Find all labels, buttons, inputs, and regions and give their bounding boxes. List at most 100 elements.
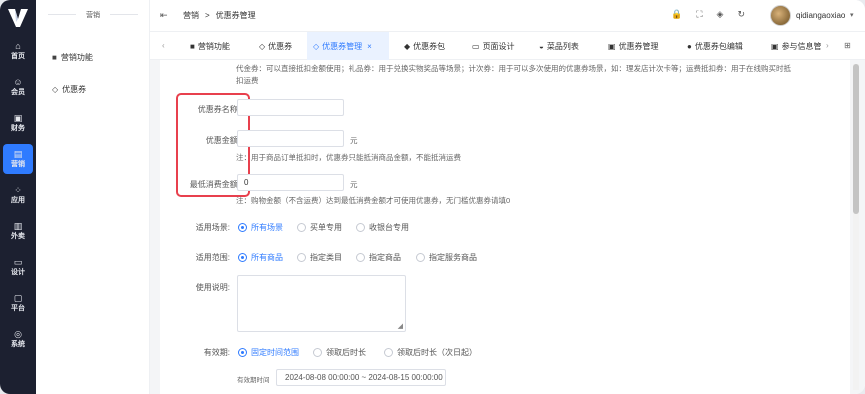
tab-coupon-packs[interactable]: ◆ 优惠券包 [398,32,451,60]
rail-item-takeout[interactable]: ▥ 外卖 [0,216,36,246]
sidebar-title: 营销 [36,10,150,20]
radio-dot [297,253,306,262]
period-label: 有效期时间 [237,377,270,384]
tab-bar: ‹ ■ 营销功能 ◇ 优惠券 ◇ 优惠券管理 × ◆ 优惠券包 ▭ 页面设计 ◒… [150,32,865,60]
rail-label: 首页 [11,53,25,60]
radio-label: 所有场景 [251,223,283,232]
range-option-all[interactable]: 所有商品 [238,252,283,263]
radio-label: 指定商品 [369,253,401,262]
pack-icon: ◆ [404,41,411,51]
tab-label: 优惠券 [268,41,293,51]
apps-icon: ⁘ [14,185,22,195]
tab-coupons[interactable]: ◇ 优惠券 [253,32,298,60]
coupon-icon: ◇ [313,41,320,51]
rail-label: 应用 [11,197,25,204]
tab-scroll-right-icon[interactable]: › [826,41,829,50]
radio-dot [297,223,306,232]
tab-scroll-left-icon[interactable]: ‹ [162,41,165,50]
rail-item-system[interactable]: ◎ 系统 [0,324,36,354]
folder-icon: ▣ [771,41,779,51]
radio-label: 指定类目 [310,253,342,262]
breadcrumb: 营销 > 优惠券管理 [180,10,259,21]
rail-item-finance[interactable]: ▣ 财务 [0,108,36,138]
marketing-icon: ▤ [13,149,23,159]
coupon-type-note: 代金券：可以直接抵扣金额使用；礼品券：用于兑换实物奖品等场景；计次券：用于可以多… [236,64,791,85]
secondary-sidebar: 营销 ■ 营销功能 ◇ 优惠券 [36,0,150,394]
theme-icon[interactable]: ◈ [717,9,724,20]
rail-label: 会员 [11,89,25,96]
sidebar-item-marketing-functions[interactable]: ■ 营销功能 [52,52,93,63]
coupon-icon: ◇ [52,85,59,94]
radio-dot [313,348,322,357]
rail-label: 营销 [11,161,25,168]
scene-option-cashier[interactable]: 收银台专用 [356,222,409,233]
rail-label: 系统 [11,341,25,348]
lock-icon[interactable]: 🔒 [671,9,682,20]
chevron-down-icon[interactable]: ▾ [850,11,854,19]
scene-option-all[interactable]: 所有场景 [238,222,283,233]
discount-amount-input[interactable] [237,130,344,147]
rail-item-apps[interactable]: ⁘ 应用 [0,180,36,210]
radio-label: 指定服务商品 [429,253,477,262]
rail-label: 外卖 [11,233,25,240]
radio-dot [416,253,425,262]
folder-icon: ▣ [608,41,616,51]
rail-label: 平台 [11,305,25,312]
takeout-icon: ▥ [13,221,23,231]
coupon-name-input[interactable] [237,99,344,116]
amount-unit: 元 [350,136,358,145]
rail-item-design[interactable]: ▭ 设计 [0,252,36,282]
usage-textarea[interactable]: ◢ [237,275,406,332]
range-option-category[interactable]: 指定类目 [297,252,342,263]
scene-option-checkout[interactable]: 买单专用 [297,222,342,233]
validity-option-fixed[interactable]: 固定时间范围 [238,347,299,358]
radio-dot [238,348,247,357]
breadcrumb-current: 优惠券管理 [215,11,256,20]
rail-item-home[interactable]: ⌂ 首页 [0,36,36,66]
avatar[interactable] [770,5,791,26]
platform-icon: ▢ [13,293,23,303]
rail-item-members[interactable]: ☺ 会员 [0,72,36,102]
tab-coupon-pack-edit[interactable]: ● 优惠券包编辑 [681,32,749,60]
min-spend-label: 最低消费金额: [189,180,240,189]
tab-coupon-management-2[interactable]: ▣ 优惠券管理 [602,32,665,60]
refresh-icon[interactable]: ↻ [737,9,745,20]
breadcrumb-item[interactable]: 营销 [183,10,199,21]
fullscreen-icon[interactable]: ⛶ [696,9,702,20]
username[interactable]: qidiangaoxiao [796,11,845,20]
tab-label: 优惠券管理 [322,41,363,51]
usage-label: 使用说明: [195,283,230,292]
tab-page-design[interactable]: ▭ 页面设计 [466,32,521,60]
sidebar-item-coupons[interactable]: ◇ 优惠券 [52,84,86,95]
tab-marketing-functions[interactable]: ■ 营销功能 [184,32,236,60]
scrollbar-thumb[interactable] [853,64,859,214]
radio-label: 收银台专用 [369,223,409,232]
rail-item-platform[interactable]: ▢ 平台 [0,288,36,318]
radio-label: 买单专用 [310,223,342,232]
min-spend-unit: 元 [350,180,358,189]
tab-menu-icon[interactable]: ⊞ [844,41,851,50]
rail-item-marketing[interactable]: ▤ 营销 [3,144,33,174]
grid-icon: ■ [190,41,195,51]
home-icon: ⌂ [15,41,21,51]
validity-option-after-receive[interactable]: 领取后时长 [313,347,366,358]
name-label: 优惠券名称: [197,105,240,114]
min-spend-input[interactable]: 0 [237,174,344,191]
tab-dish-list[interactable]: ◒ 菜品列表 [533,32,585,60]
member-icon: ☺ [13,77,23,87]
resize-handle-icon[interactable]: ◢ [398,322,403,330]
range-option-service[interactable]: 指定服务商品 [416,252,477,263]
range-option-goods[interactable]: 指定商品 [356,252,401,263]
close-icon[interactable]: × [367,42,372,51]
radio-label: 所有商品 [251,253,283,262]
tab-label: 页面设计 [482,41,515,51]
coupon-icon: ◇ [259,41,266,51]
tab-coupon-management[interactable]: ◇ 优惠券管理 × [307,32,389,60]
collapse-menu-icon[interactable]: ⇤ [160,10,168,21]
validity-option-next-day[interactable]: 领取后时长（次日起） [384,347,477,358]
date-range-picker[interactable]: 2024-08-08 00:00:00 ~ 2024-08-15 00:00:0… [276,369,446,386]
content-scrollbar[interactable] [853,64,859,390]
coupon-form: 代金券：可以直接抵扣金额使用；礼品券：用于兑换实物奖品等场景；计次券：用于可以多… [160,60,850,394]
top-header: ⇤ 营销 > 优惠券管理 🔒 ⛶ ◈ ↻ qidiangaoxiao ▾ [150,0,865,32]
tab-participation-info[interactable]: ▣ 参与信息管 [765,32,828,60]
